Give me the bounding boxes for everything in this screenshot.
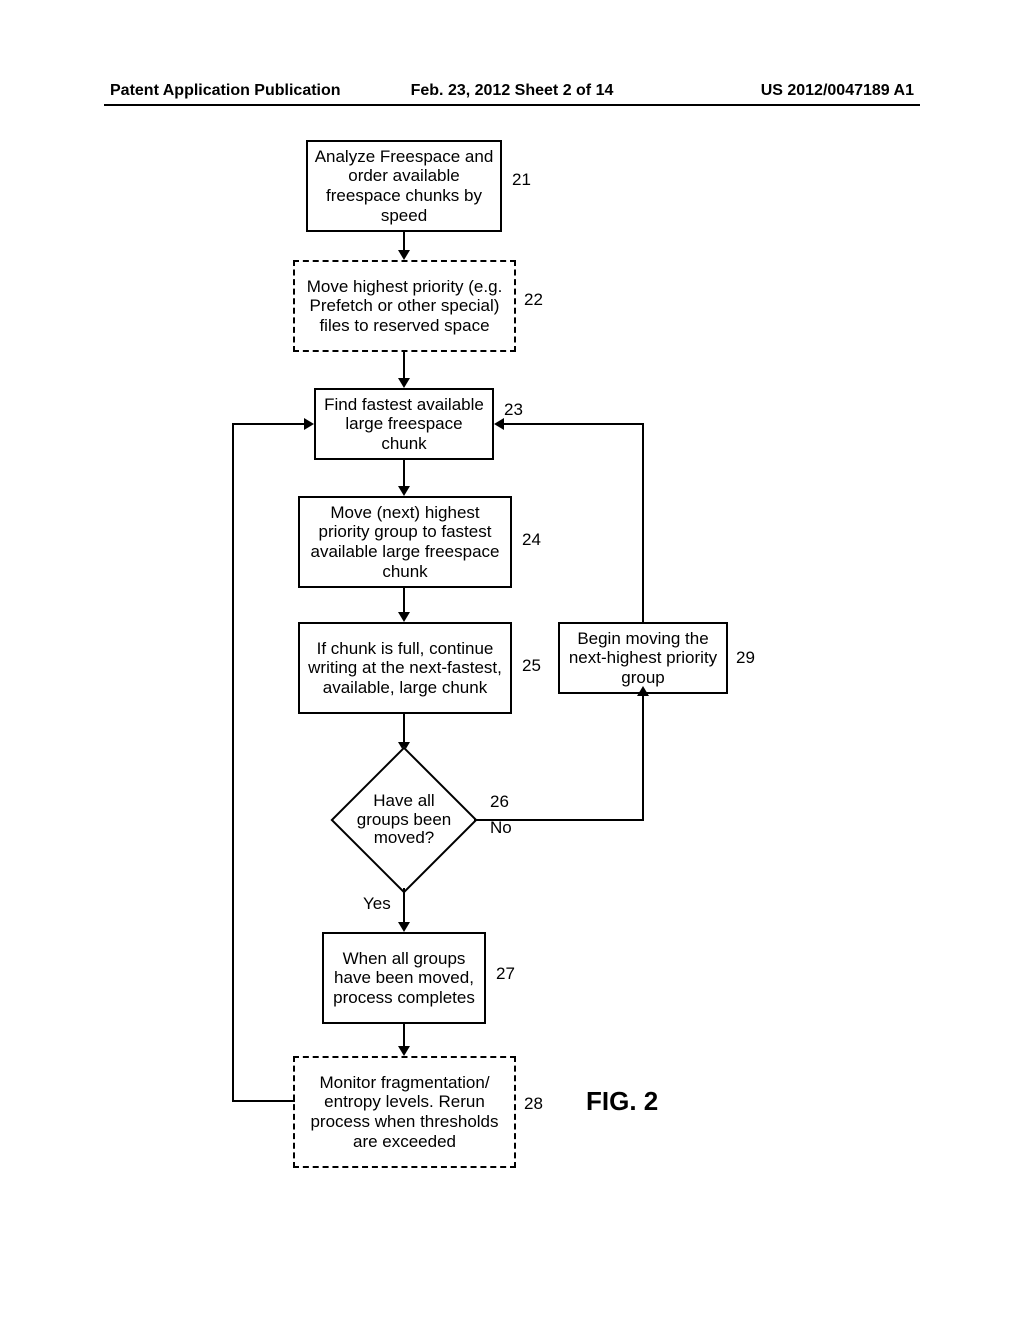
header-right: US 2012/0047189 A1 [761, 82, 914, 100]
step-28-number: 28 [524, 1094, 543, 1114]
page: { "header": { "left": "Patent Applicatio… [0, 0, 1024, 1320]
decision-all-groups-moved: Have all groups been moved? [334, 750, 474, 890]
connector [403, 232, 405, 252]
connector [504, 423, 644, 425]
arrow-down-icon [398, 612, 410, 622]
step-29-text: Begin moving the next-highest priority g… [566, 629, 720, 688]
connector [232, 424, 234, 1102]
decision-no-label: No [490, 818, 512, 838]
arrow-down-icon [398, 922, 410, 932]
step-continue-next-fastest: If chunk is full, continue writing at th… [298, 622, 512, 714]
step-monitor-fragmentation: Monitor fragmentation/ entropy levels. R… [293, 1056, 516, 1168]
arrow-left-icon [494, 418, 504, 430]
step-22-number: 22 [524, 290, 543, 310]
arrow-down-icon [398, 1046, 410, 1056]
step-23-number: 23 [504, 400, 523, 420]
step-find-fastest-chunk: Find fastest available large freespace c… [314, 388, 494, 460]
decision-text: Have all groups been moved? [334, 750, 474, 890]
connector [403, 1024, 405, 1048]
figure-label: FIG. 2 [586, 1086, 658, 1117]
step-24-number: 24 [522, 530, 541, 550]
arrow-down-icon [398, 486, 410, 496]
arrow-down-icon [398, 378, 410, 388]
connector [474, 819, 642, 821]
step-move-priority-group: Move (next) highest priority group to fa… [298, 496, 512, 588]
step-begin-next-highest: Begin moving the next-highest priority g… [558, 622, 728, 694]
step-23-text: Find fastest available large freespace c… [322, 395, 486, 454]
arrow-right-icon [304, 418, 314, 430]
connector [403, 714, 405, 744]
connector [403, 352, 405, 380]
arrow-up-icon [637, 686, 649, 696]
connector [232, 1100, 295, 1102]
page-header: Feb. 23, 2012 Sheet 2 of 14 Patent Appli… [110, 82, 914, 100]
step-21-text: Analyze Freespace and order available fr… [314, 147, 494, 225]
connector [403, 460, 405, 488]
connector [232, 423, 306, 425]
step-25-number: 25 [522, 656, 541, 676]
step-24-text: Move (next) highest priority group to fa… [306, 503, 504, 581]
step-28-text: Monitor fragmentation/ entropy levels. R… [301, 1073, 508, 1151]
connector [642, 424, 644, 624]
step-25-text: If chunk is full, continue writing at th… [306, 639, 504, 698]
step-move-highest-priority-files: Move highest priority (e.g. Prefetch or … [293, 260, 516, 352]
header-rule [104, 104, 920, 106]
step-26-number: 26 [490, 792, 509, 812]
step-analyze-freespace: Analyze Freespace and order available fr… [306, 140, 502, 232]
step-22-text: Move highest priority (e.g. Prefetch or … [301, 277, 508, 336]
step-process-completes: When all groups have been moved, process… [322, 932, 486, 1024]
decision-yes-label: Yes [363, 894, 391, 914]
step-21-number: 21 [512, 170, 531, 190]
connector [642, 694, 644, 821]
step-29-number: 29 [736, 648, 755, 668]
step-27-text: When all groups have been moved, process… [330, 949, 478, 1008]
connector [403, 888, 405, 924]
connector [403, 588, 405, 614]
header-left: Patent Application Publication [110, 82, 341, 100]
step-27-number: 27 [496, 964, 515, 984]
arrow-down-icon [398, 250, 410, 260]
